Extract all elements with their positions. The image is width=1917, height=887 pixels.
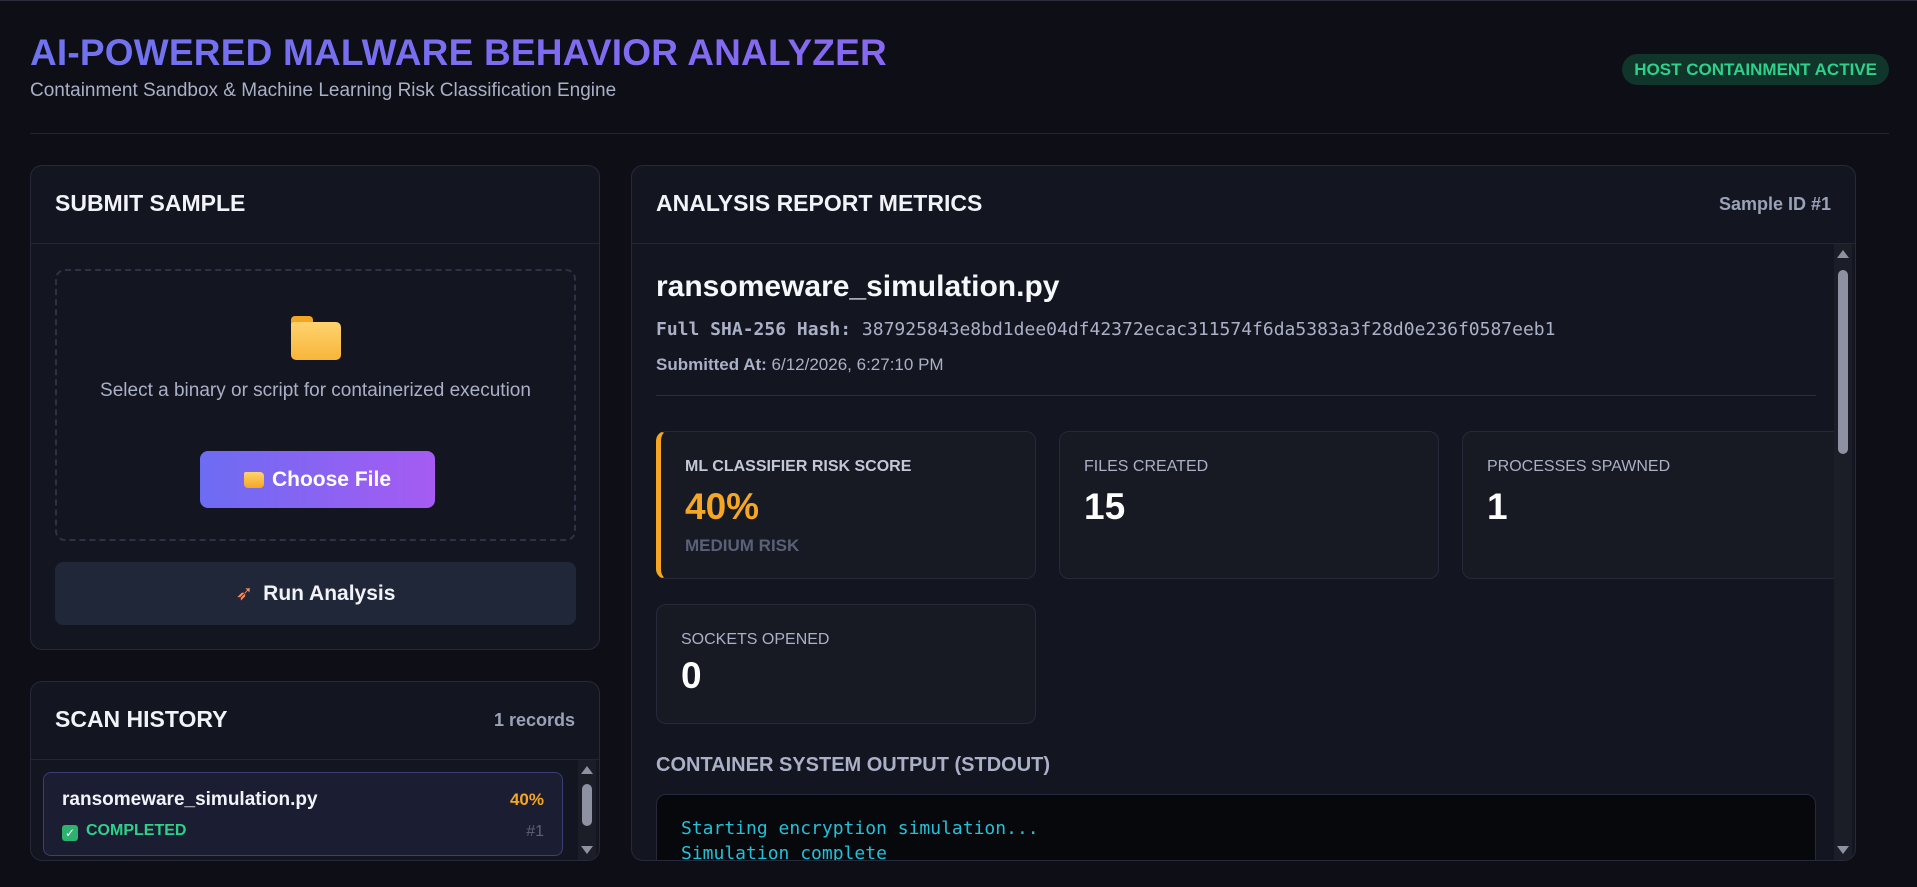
hash-label: Full SHA-256 Hash: [656,319,852,340]
scroll-down-arrow-icon[interactable] [581,846,593,854]
choose-file-button[interactable]: Choose File [200,451,435,508]
sockets-opened-label: SOCKETS OPENED [681,631,830,648]
console-line: Simulation complete [681,843,887,860]
sockets-opened-value: 0 [681,655,702,696]
history-record-count: 1 records [493,710,575,730]
submit-sample-panel: SUBMIT SAMPLE Select a binary or script … [30,165,600,650]
files-created-label: FILES CREATED [1084,458,1209,475]
files-created-card: FILES CREATED 15 [1059,431,1439,579]
panel-title: SUBMIT SAMPLE [55,190,246,216]
submitted-label: Submitted At: [656,355,767,374]
panel-header: ANALYSIS REPORT METRICS Sample ID #1 [632,166,1855,244]
sockets-opened-card: SOCKETS OPENED 0 [656,604,1036,724]
processes-spawned-card: PROCESSES SPAWNED 1 [1462,431,1842,579]
panel-header: SCAN HISTORY 1 records [31,682,599,760]
risk-level: MEDIUM RISK [685,536,800,555]
stdout-title: CONTAINER SYSTEM OUTPUT (STDOUT) [656,754,1051,776]
submitted-value: 6/12/2026, 6:27:10 PM [771,355,944,374]
scan-history-panel: SCAN HISTORY 1 records ransomeware_simul… [30,681,600,861]
scroll-up-arrow-icon[interactable] [1837,250,1849,258]
risk-score-value: 40% [685,486,760,527]
history-list-item[interactable]: ransomeware_simulation.py 40% ✓ COMPLETED… [43,772,563,856]
history-status-label: COMPLETED [86,822,187,839]
containment-status-badge: HOST CONTAINMENT ACTIVE [1622,54,1889,85]
app-subtitle: Containment Sandbox & Machine Learning R… [30,80,617,101]
report-hash: Full SHA-256 Hash: 387925843e8bd1dee04df… [656,319,1555,340]
dropzone-text: Select a binary or script for containeri… [100,380,531,401]
history-sample-id: #1 [526,823,544,840]
history-scrollbar[interactable] [578,760,596,860]
scrollbar-thumb[interactable] [582,784,592,826]
check-icon: ✓ [62,825,78,841]
report-body[interactable]: ransomeware_simulation.py Full SHA-256 H… [632,244,1855,860]
report-file-name: ransomeware_simulation.py [656,270,1060,303]
run-analysis-label: Run Analysis [263,582,396,605]
app-header: AI-POWERED MALWARE BEHAVIOR ANALYZER Con… [30,32,1889,134]
hash-value: 387925843e8bd1dee04df42372ecac311574f6da… [861,319,1556,340]
scrollbar-thumb[interactable] [1838,270,1848,454]
processes-spawned-value: 1 [1487,486,1508,527]
history-file-name: ransomeware_simulation.py [62,789,318,810]
choose-file-label: Choose File [271,468,392,491]
folder-icon [291,316,341,360]
file-dropzone[interactable]: Select a binary or script for containeri… [55,269,576,541]
folder-icon [243,472,264,488]
stdout-console[interactable]: Starting encryption simulation... Simula… [656,794,1816,860]
scroll-up-arrow-icon[interactable] [581,766,593,774]
panel-title: ANALYSIS REPORT METRICS [656,190,983,216]
analysis-report-panel: ANALYSIS REPORT METRICS Sample ID #1 ran… [631,165,1856,861]
app-title: AI-POWERED MALWARE BEHAVIOR ANALYZER [30,32,1889,74]
panel-header: SUBMIT SAMPLE [31,166,599,244]
risk-score-label: ML CLASSIFIER RISK SCORE [685,458,912,475]
scroll-down-arrow-icon[interactable] [1837,846,1849,854]
files-created-value: 15 [1084,486,1126,527]
rocket-icon: ➶ [235,582,254,605]
report-scrollbar[interactable] [1834,244,1852,860]
report-sample-id: Sample ID #1 [1718,194,1831,214]
panel-title: SCAN HISTORY [55,706,228,732]
console-line: Starting encryption simulation... [681,818,1039,839]
report-submitted-at: Submitted At: 6/12/2026, 6:27:10 PM [656,355,944,375]
window-top-border [0,0,1917,1]
processes-spawned-label: PROCESSES SPAWNED [1487,458,1671,475]
divider [656,395,1816,396]
history-risk-score: 40% [509,790,544,809]
history-status: ✓ COMPLETED [62,822,186,841]
risk-score-card: ML CLASSIFIER RISK SCORE 40% MEDIUM RISK [656,431,1036,579]
run-analysis-button[interactable]: ➶ Run Analysis [55,562,576,625]
